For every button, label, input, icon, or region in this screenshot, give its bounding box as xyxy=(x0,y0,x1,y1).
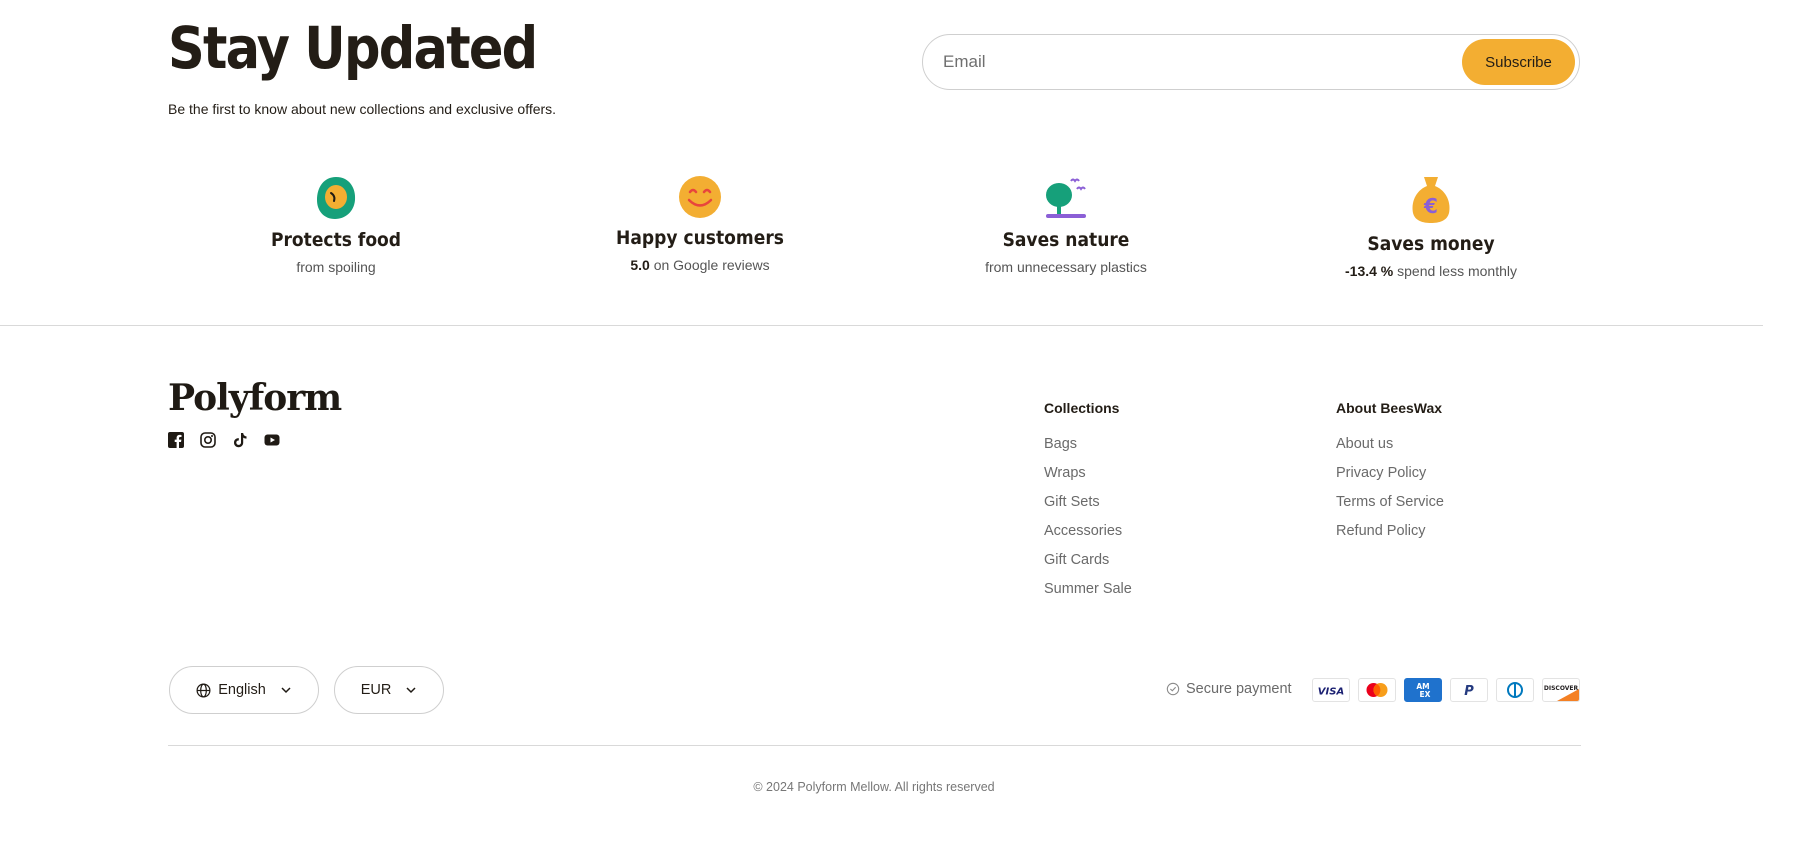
egg-icon xyxy=(317,177,356,219)
svg-text:P: P xyxy=(1464,684,1474,699)
savings-label: spend less monthly xyxy=(1397,263,1517,279)
footer-link-terms-of-service[interactable]: Terms of Service xyxy=(1336,494,1444,523)
shield-check-icon xyxy=(1166,682,1180,696)
secure-payment: Secure payment xyxy=(1166,681,1292,697)
footer-link-summer-sale[interactable]: Summer Sale xyxy=(1044,581,1132,610)
svg-text:VISA: VISA xyxy=(1318,687,1344,698)
footer-link-bags[interactable]: Bags xyxy=(1044,436,1132,465)
diners-icon xyxy=(1496,678,1534,702)
facebook-icon[interactable] xyxy=(168,432,184,448)
feature-happy-customers: Happy customers 5.0 on Google reviews xyxy=(550,175,850,273)
footer-link-refund-policy[interactable]: Refund Policy xyxy=(1336,523,1444,552)
feature-saves-nature: Saves nature from unnecessary plastics xyxy=(916,175,1216,275)
column-title: Collections xyxy=(1044,400,1120,416)
footer-link-about-us[interactable]: About us xyxy=(1336,436,1444,465)
youtube-icon[interactable] xyxy=(264,432,280,448)
discover-icon: DISCOVER xyxy=(1542,678,1580,702)
feature-title: Happy customers xyxy=(616,227,784,249)
newsletter-form: Subscribe xyxy=(922,34,1580,90)
footer-column-collections: Collections Bags Wraps Gift Sets Accesso… xyxy=(1044,400,1132,610)
feature-saves-money: € Saves money -13.4 % spend less monthly xyxy=(1281,175,1581,279)
footer-link-gift-cards[interactable]: Gift Cards xyxy=(1044,552,1132,581)
feature-title: Protects food xyxy=(270,229,402,251)
feature-subtitle: from unnecessary plastics xyxy=(985,259,1147,275)
mastercard-icon xyxy=(1358,678,1396,702)
language-selector[interactable]: English xyxy=(169,666,319,714)
payment-methods: VISA AM EX P DISCOVER xyxy=(1312,678,1580,702)
money-bag-icon: € xyxy=(1412,177,1450,223)
feature-subtitle: from spoiling xyxy=(296,259,376,275)
column-title: About BeesWax xyxy=(1336,400,1443,416)
footer-link-wraps[interactable]: Wraps xyxy=(1044,465,1132,494)
smiley-icon xyxy=(679,176,721,218)
brand-logo[interactable]: Polyform xyxy=(168,374,342,422)
svg-text:EX: EX xyxy=(1420,690,1431,699)
currency-value: EUR xyxy=(360,682,392,698)
footer-link-accessories[interactable]: Accessories xyxy=(1044,523,1132,552)
svg-text:€: € xyxy=(1423,194,1438,218)
svg-text:DISCOVER: DISCOVER xyxy=(1544,685,1579,692)
savings-value: -13.4 % xyxy=(1345,263,1394,279)
newsletter-subtitle: Be the first to know about new collectio… xyxy=(168,101,557,117)
feature-title: Saves money xyxy=(1367,233,1495,255)
footer-column-about: About BeesWax About us Privacy Policy Te… xyxy=(1336,400,1444,552)
section-divider xyxy=(0,325,1763,326)
language-value: English xyxy=(218,682,266,698)
tiktok-icon[interactable] xyxy=(232,432,248,448)
social-links xyxy=(168,432,280,448)
rating-label: on Google reviews xyxy=(653,257,770,273)
feature-subtitle: -13.4 % spend less monthly xyxy=(1281,263,1581,279)
newsletter-title: Stay Updated xyxy=(168,14,538,82)
paypal-icon: P xyxy=(1450,678,1488,702)
instagram-icon[interactable] xyxy=(200,432,216,448)
rating-value: 5.0 xyxy=(630,257,650,273)
copyright-text: © 2024 Polyform Mellow. All rights reser… xyxy=(753,780,995,794)
email-input[interactable] xyxy=(943,49,1423,75)
globe-icon xyxy=(196,683,211,697)
tree-icon xyxy=(1046,178,1086,218)
chevron-down-icon xyxy=(406,687,416,694)
amex-icon: AM EX xyxy=(1404,678,1442,702)
feature-subtitle: 5.0 on Google reviews xyxy=(550,257,850,273)
subscribe-button[interactable]: Subscribe xyxy=(1462,39,1575,85)
secure-payment-label: Secure payment xyxy=(1186,681,1292,697)
currency-selector[interactable]: EUR xyxy=(334,666,444,714)
footer-link-privacy-policy[interactable]: Privacy Policy xyxy=(1336,465,1444,494)
visa-icon: VISA xyxy=(1312,678,1350,702)
footer-divider xyxy=(168,745,1581,746)
feature-title: Saves nature xyxy=(1002,229,1130,251)
feature-protects-food: Protects food from spoiling xyxy=(186,175,486,275)
chevron-down-icon xyxy=(281,687,291,694)
footer-link-gift-sets[interactable]: Gift Sets xyxy=(1044,494,1132,523)
